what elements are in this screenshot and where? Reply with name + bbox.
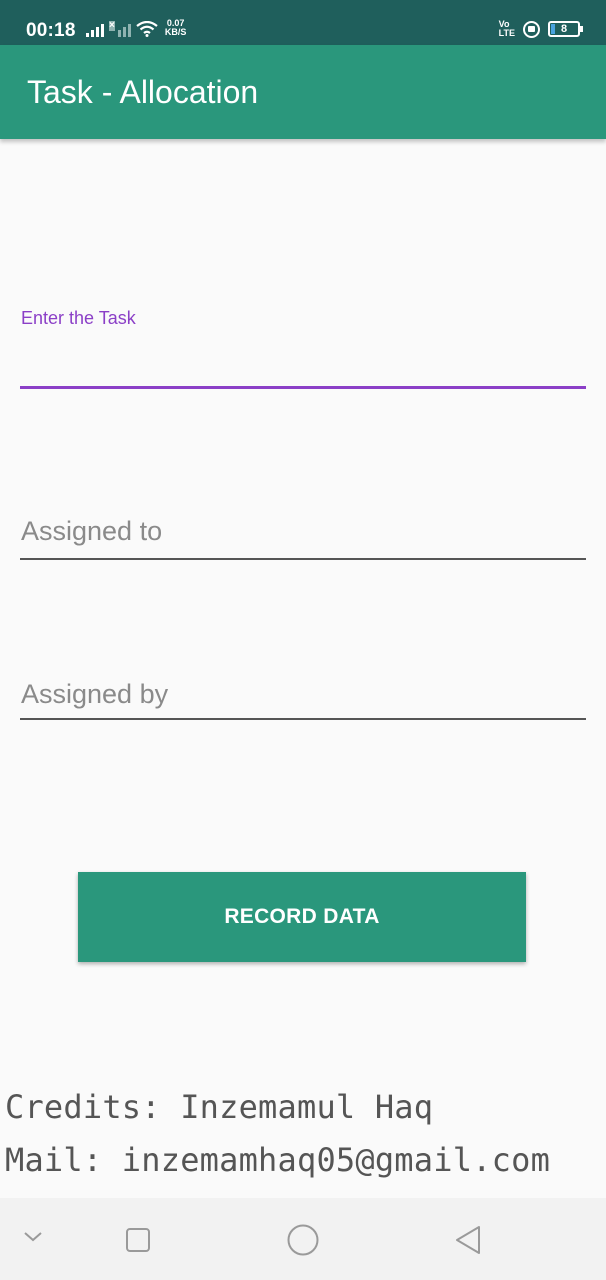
assigned-by-underline: [20, 718, 586, 720]
chevron-down-icon[interactable]: [22, 1230, 44, 1244]
status-time: 00:18: [26, 20, 76, 41]
network-speed: 0.07 KB/S: [165, 19, 187, 37]
status-bar: 00:18 × 0.07 KB/S Vo LTE 8: [0, 0, 606, 45]
recents-square-icon[interactable]: [125, 1227, 151, 1253]
task-field[interactable]: Enter the Task: [20, 308, 586, 392]
status-icons-left: × 0.07 KB/S: [86, 19, 186, 37]
home-circle-icon[interactable]: [286, 1223, 320, 1257]
task-field-underline: [20, 386, 586, 389]
credits-mail: Mail: inzemamhaq05@gmail.com: [5, 1141, 551, 1179]
assigned-to-field[interactable]: Assigned to: [20, 512, 586, 562]
wifi-icon: [136, 21, 158, 37]
back-triangle-icon[interactable]: [453, 1224, 483, 1256]
page-title: Task - Allocation: [27, 74, 259, 110]
signal-off-icon: ×: [109, 21, 131, 37]
volte-bottom: LTE: [498, 28, 515, 38]
navigation-bar: [0, 1198, 606, 1280]
signal-icon: [86, 21, 104, 37]
volte-icon: Vo LTE: [499, 20, 515, 38]
assigned-by-placeholder: Assigned by: [21, 679, 169, 709]
status-icons-right: Vo LTE 8: [499, 20, 583, 38]
record-data-button[interactable]: RECORD DATA: [78, 872, 526, 962]
battery-level: 8: [560, 23, 568, 35]
network-speed-unit: KB/S: [164, 27, 187, 37]
battery-icon: 8: [548, 21, 583, 37]
lock-rotation-icon: [523, 20, 540, 38]
credits-text: Credits: Inzemamul Haq: [5, 1088, 434, 1126]
assigned-to-underline: [20, 558, 586, 560]
task-field-label: Enter the Task: [21, 308, 136, 328]
assigned-to-placeholder: Assigned to: [21, 516, 163, 546]
app-bar: Task - Allocation: [0, 45, 606, 139]
assigned-by-field[interactable]: Assigned by: [20, 675, 586, 725]
